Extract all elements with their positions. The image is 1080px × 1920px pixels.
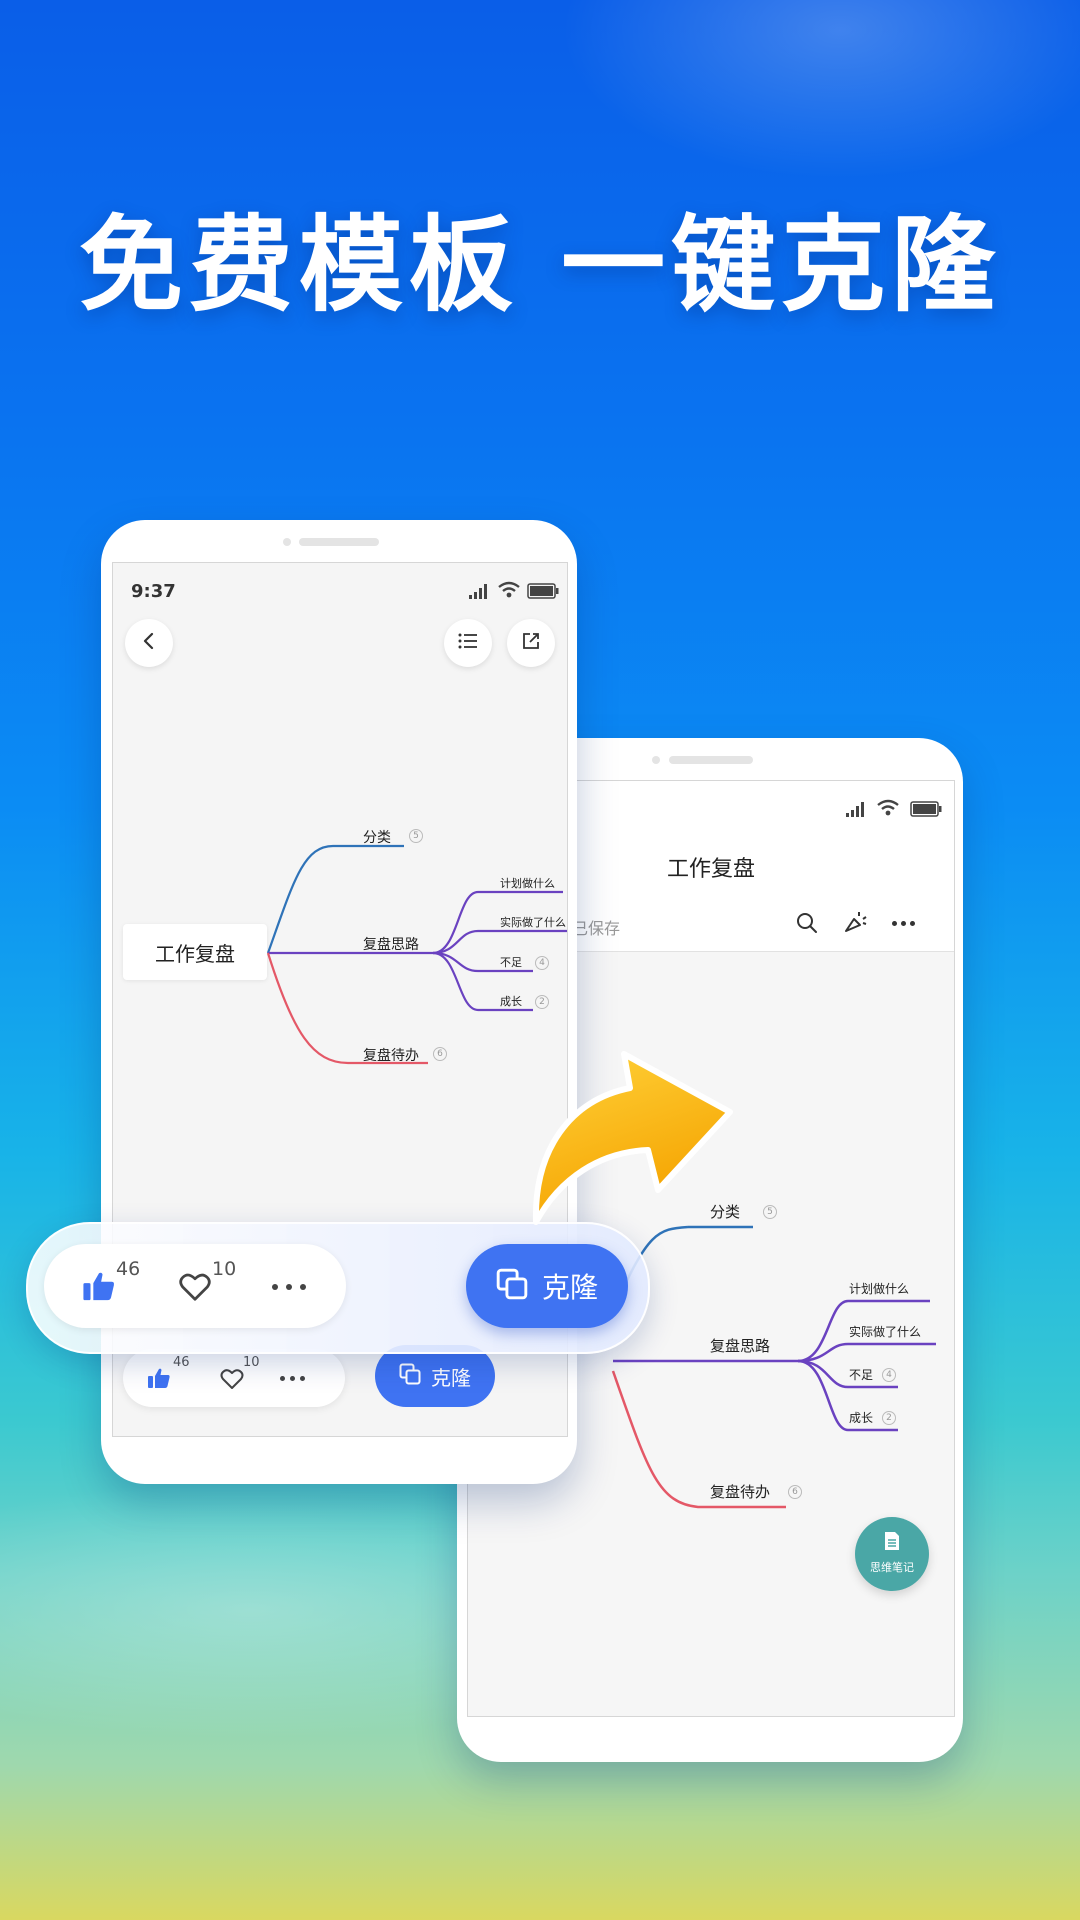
favorite-count: 10 [212, 1258, 237, 1280]
favorite-count: 10 [243, 1355, 260, 1370]
mm-right-child-badge-4: 2 [882, 1411, 896, 1425]
mm-right-badge-1: 5 [763, 1205, 777, 1219]
clone-label: 克隆 [431, 1365, 471, 1390]
mm-left-root[interactable]: 工作复盘 [123, 924, 267, 980]
mm-right-branch-3[interactable]: 复盘待办 [710, 1481, 770, 1502]
note-icon [883, 1531, 901, 1555]
mm-left-badge-1: 5 [409, 829, 423, 843]
heart-icon[interactable] [178, 1272, 212, 1306]
clone-button[interactable]: 克隆 [466, 1244, 628, 1328]
headline: 免费模板 一键克隆 [78, 204, 1002, 326]
like-count: 46 [173, 1355, 190, 1370]
action-bar: 46 10 [123, 1349, 345, 1407]
mm-left-branch-3[interactable]: 复盘待办 [363, 1045, 419, 1065]
mm-left-child-2[interactable]: 实际做了什么 [500, 914, 566, 930]
more-icon[interactable] [280, 1376, 305, 1381]
mm-right-badge-3: 6 [788, 1485, 802, 1499]
fab-label: 思维笔记 [870, 1561, 914, 1574]
promo-page: 免费模板 一键克隆 工作复盘 已保存 分类 5 复盘思路 计划做什么 实际做了什… [0, 0, 1080, 1920]
camera-dot [652, 756, 660, 764]
heart-icon[interactable] [220, 1368, 244, 1394]
copy-icon [399, 1363, 421, 1389]
mm-right-child-2[interactable]: 实际做了什么 [849, 1323, 921, 1340]
copy-icon [496, 1268, 528, 1304]
mm-left-child-badge-3: 4 [535, 956, 549, 970]
mm-right-child-4[interactable]: 成长 [849, 1409, 873, 1426]
thumbs-up-icon[interactable] [82, 1270, 116, 1306]
mm-left-badge-3: 6 [433, 1047, 447, 1061]
clone-label: 克隆 [541, 1271, 598, 1304]
mm-right-branch-2[interactable]: 复盘思路 [710, 1335, 770, 1356]
mm-left-branch-2[interactable]: 复盘思路 [363, 934, 419, 954]
mm-left-child-1[interactable]: 计划做什么 [500, 875, 555, 891]
camera-dot [283, 538, 291, 546]
speaker-slot [669, 756, 753, 764]
thumbs-up-icon[interactable] [147, 1367, 171, 1393]
clone-button[interactable]: 克隆 [375, 1345, 495, 1407]
mind-notes-fab[interactable]: 思维笔记 [855, 1517, 929, 1591]
speaker-slot [299, 538, 379, 546]
mm-right-child-badge-3: 4 [882, 1368, 896, 1382]
like-count: 46 [116, 1258, 141, 1280]
curved-arrow-icon [532, 1051, 733, 1225]
bg-glow-top [560, 0, 1080, 180]
mm-left-child-4[interactable]: 成长 [500, 993, 522, 1009]
mm-left-child-3[interactable]: 不足 [500, 954, 522, 970]
mm-right-child-1[interactable]: 计划做什么 [849, 1280, 909, 1297]
mm-left-child-badge-4: 2 [535, 995, 549, 1009]
popup-action-bar: 46 10 [44, 1244, 346, 1328]
mm-left-branch-1[interactable]: 分类 [363, 827, 391, 847]
action-popup: 46 10 克隆 [26, 1222, 650, 1354]
more-icon[interactable] [272, 1284, 306, 1290]
mm-right-child-3[interactable]: 不足 [849, 1366, 873, 1383]
